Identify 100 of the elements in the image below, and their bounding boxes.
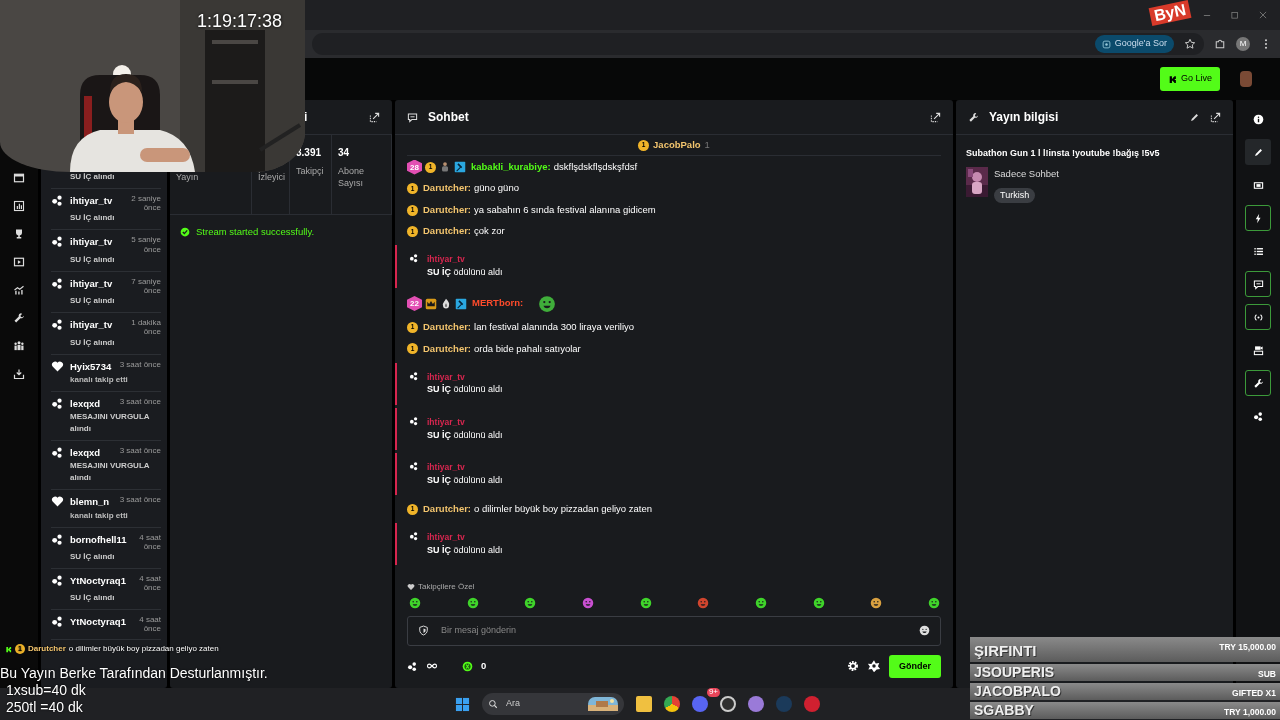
wrench-icon: [1252, 377, 1264, 389]
emote-icon[interactable]: [524, 596, 537, 609]
chat-username: Darutcher: [28, 643, 66, 655]
chat-username[interactable]: Darutcher:: [423, 320, 472, 335]
chat-username[interactable]: Darutcher:: [423, 224, 472, 239]
language-tag[interactable]: Turkish: [994, 187, 1036, 204]
download-icon[interactable]: [13, 368, 25, 380]
swirl-app-icon[interactable]: [748, 696, 764, 712]
chat-message: çok zor: [474, 224, 505, 239]
edit-icon[interactable]: [1189, 111, 1200, 123]
activity-user: ihtiyar_tv: [70, 194, 113, 208]
app-icon[interactable]: [804, 696, 820, 712]
subscriber-badge: 22: [407, 296, 422, 311]
support-amount: TRY 15,000.00: [1219, 641, 1276, 654]
chat-username[interactable]: Darutcher:: [423, 202, 472, 218]
chat-username[interactable]: ihtiyar_tv: [427, 530, 503, 544]
emote-icon[interactable]: [870, 596, 883, 609]
wrench-button[interactable]: [1245, 370, 1271, 396]
trophy-icon[interactable]: [13, 228, 25, 240]
chat-message: orda bide pahalı satıyolar: [474, 341, 581, 356]
stat-label: Abone Sayısı: [338, 166, 366, 190]
windows-start-icon[interactable]: [455, 696, 470, 712]
panel-title: Yayın bilgisi: [989, 109, 1060, 126]
chat-username[interactable]: ihtiyar_tv: [427, 253, 503, 266]
activity-time: 4 saat önce: [138, 532, 161, 551]
activity-user: lexqxd: [70, 446, 101, 460]
emote-icon[interactable]: [581, 596, 594, 609]
settings-icon[interactable]: [847, 660, 859, 673]
go-live-button[interactable]: Go Live: [1159, 67, 1220, 91]
chat-username[interactable]: Darutcher:: [423, 501, 472, 517]
taskbar-search[interactable]: Ara: [482, 693, 624, 715]
emote-icon[interactable]: [927, 596, 940, 609]
figure-badge-icon: [439, 161, 451, 173]
emote-icon[interactable]: [466, 596, 479, 609]
shield-icon[interactable]: [418, 625, 429, 636]
close-icon[interactable]: [1258, 10, 1268, 20]
activity-text: SU İÇ alındı: [70, 592, 116, 605]
activity-text: kanalı takip etti: [70, 509, 129, 522]
badge-icon[interactable]: [867, 659, 881, 674]
window-icon[interactable]: [13, 172, 25, 184]
address-bar[interactable]: Google'a Sor: [312, 33, 1204, 55]
panel-title: i: [304, 109, 308, 126]
broadcast-button[interactable]: [1245, 304, 1271, 330]
emote-icon[interactable]: [754, 596, 767, 609]
popout-icon[interactable]: [930, 111, 941, 123]
analytics-icon[interactable]: [13, 284, 25, 296]
pencil-button[interactable]: [1245, 139, 1271, 165]
search-icon: [488, 699, 498, 709]
chat-username[interactable]: ihtiyar_tv: [427, 415, 503, 429]
recorder-icon[interactable]: [720, 696, 736, 712]
message-input[interactable]: Bir mesaj gönderin: [439, 622, 909, 639]
supporter-name: ŞIRFINTI: [974, 642, 1037, 660]
chat-app-icon[interactable]: [692, 696, 708, 712]
google-lens-chip[interactable]: Google'a Sor: [1094, 35, 1174, 53]
activity-time: 5 saniye önce: [130, 235, 161, 254]
emote-icon[interactable]: [409, 596, 421, 609]
points-icon: [409, 530, 419, 541]
wrench-icon[interactable]: [13, 312, 25, 324]
bookmark-star-icon[interactable]: [1184, 38, 1196, 50]
chat-icon: [407, 111, 418, 123]
chat-username[interactable]: kabakli_kurabiye:: [471, 159, 551, 175]
chart-icon[interactable]: [13, 200, 25, 212]
restore-icon[interactable]: [1230, 10, 1240, 20]
reward-text: SU İÇ ödülünü aldı: [427, 473, 503, 487]
activity-user: bornofhell11: [70, 532, 127, 547]
bolt-button[interactable]: [1245, 205, 1271, 231]
chat-username[interactable]: Darutcher:: [423, 341, 472, 356]
activity-text: SU İÇ alındı: [70, 550, 116, 563]
status-message: Stream started successfully.: [196, 225, 315, 239]
popout-icon[interactable]: [1210, 111, 1221, 123]
chat-username[interactable]: ihtiyar_tv: [427, 370, 503, 384]
send-button[interactable]: Gönder: [889, 654, 941, 678]
browser-icon[interactable]: [664, 696, 680, 712]
stat-label: Takipçi: [296, 166, 325, 178]
chat-username[interactable]: Darutcher:: [423, 181, 472, 196]
points-icon[interactable]: [407, 660, 418, 672]
extensions-icon[interactable]: [1214, 38, 1226, 50]
heart-icon: [51, 495, 64, 509]
emoji-icon[interactable]: [919, 625, 930, 636]
people-icon[interactable]: [13, 340, 25, 352]
chat-icon: [1252, 278, 1264, 290]
subscriber-badge: 28: [407, 159, 422, 175]
reward-text: SU İÇ ödülünü aldı: [427, 543, 503, 557]
emote-icon[interactable]: [812, 596, 825, 609]
chat-username[interactable]: MERTborn:: [472, 296, 524, 311]
profile-avatar[interactable]: M: [1236, 37, 1250, 51]
reward-text: SU İÇ ödülünü aldı: [427, 428, 503, 442]
emote-icon[interactable]: [639, 596, 652, 609]
chat-username[interactable]: ihtiyar_tv: [427, 461, 503, 474]
chat-message: ya sabahın 6 sında festival alanına gidicem: [474, 202, 656, 217]
notification-badge: 9+: [706, 688, 720, 697]
chat-button[interactable]: [1245, 271, 1271, 297]
category-name[interactable]: Sadece Sohbet: [994, 166, 1059, 181]
activity-text: MESAJINI VURGULA alındı: [70, 460, 151, 485]
popout-icon[interactable]: [369, 111, 380, 123]
stat-label: İzleyici: [258, 172, 283, 184]
overlay-text: 250tl =40 dk: [5, 698, 84, 716]
video-icon[interactable]: [13, 256, 25, 268]
emote-icon[interactable]: [697, 596, 710, 609]
message-box[interactable]: Bir mesaj gönderin: [407, 615, 941, 646]
